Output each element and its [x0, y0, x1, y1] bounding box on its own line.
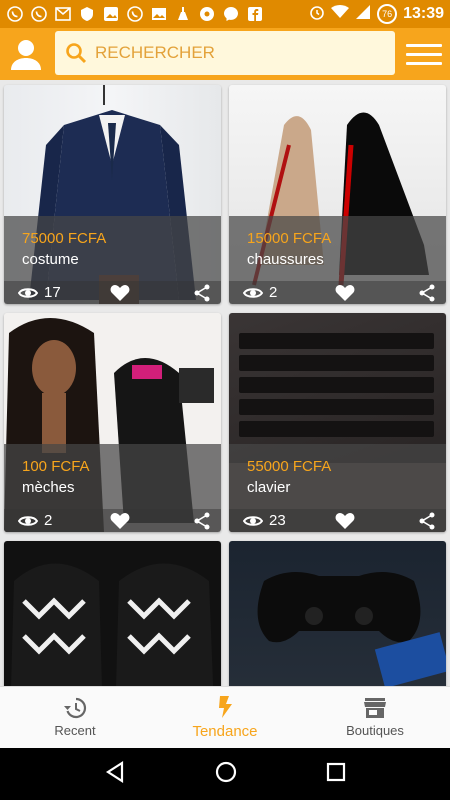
like-button[interactable]	[335, 512, 355, 530]
share-button[interactable]	[193, 512, 211, 530]
product-card[interactable]	[229, 541, 446, 686]
recents-button[interactable]	[326, 762, 346, 787]
cleaner-icon	[174, 5, 192, 23]
heart-icon	[335, 284, 355, 301]
shield-app-icon	[78, 5, 96, 23]
back-button[interactable]	[104, 760, 126, 788]
share-icon	[194, 512, 210, 529]
product-info: 100 FCFA mèches	[4, 444, 221, 509]
menu-line	[406, 61, 442, 65]
account-icon	[11, 40, 41, 70]
product-price: 55000 FCFA	[247, 458, 332, 475]
share-icon	[419, 284, 435, 301]
nav-recent[interactable]: Recent	[0, 687, 150, 748]
nav-label: Recent	[54, 723, 96, 738]
whatsapp-icon	[126, 5, 144, 23]
product-info: 75000 FCFA costume	[4, 216, 221, 281]
search-bar[interactable]	[55, 31, 395, 75]
product-grid[interactable]: 75000 FCFA costume 17 15000 FCFA chaussu…	[0, 80, 450, 686]
product-price: 75000 FCFA	[22, 230, 107, 247]
eye-icon	[243, 515, 263, 526]
gmail-icon	[54, 5, 72, 23]
view-count: 2	[243, 284, 323, 301]
product-card[interactable]: 55000 FCFA clavier 23	[229, 313, 446, 532]
whatsapp-icon	[30, 5, 48, 23]
alarm-icon	[309, 4, 325, 24]
heart-icon	[110, 284, 130, 301]
product-name: chaussures	[247, 251, 324, 268]
home-icon	[215, 761, 237, 782]
signal-icon	[355, 4, 371, 24]
gallery-icon	[150, 5, 168, 23]
home-button[interactable]	[214, 760, 238, 789]
flash-icon	[219, 696, 232, 718]
system-status: 76 13:39	[309, 4, 444, 24]
product-price: 100 FCFA	[22, 458, 90, 475]
product-actions: 17	[4, 281, 221, 304]
view-count: 23	[243, 512, 323, 529]
system-navigation-bar	[0, 748, 450, 800]
share-icon	[419, 512, 435, 529]
bottom-navigation: Recent Tendance Boutiques	[0, 686, 450, 748]
history-icon	[64, 697, 87, 719]
like-button[interactable]	[335, 284, 355, 302]
share-button[interactable]	[418, 512, 436, 530]
back-icon	[105, 760, 124, 783]
share-icon	[194, 284, 210, 301]
product-actions: 2	[229, 281, 446, 304]
share-button[interactable]	[418, 284, 436, 302]
view-count: 17	[18, 284, 98, 301]
eye-icon	[243, 287, 263, 298]
profile-button[interactable]	[0, 28, 52, 80]
share-button[interactable]	[193, 284, 211, 302]
soccer-icon	[198, 5, 216, 23]
nav-tendance[interactable]: Tendance	[150, 687, 300, 748]
recents-icon	[326, 762, 346, 781]
product-card[interactable]: 75000 FCFA costume 17	[4, 85, 221, 304]
app-bar	[0, 28, 450, 80]
notification-icons	[6, 5, 264, 23]
battery-icon: 76	[377, 4, 398, 24]
whatsapp-icon	[6, 5, 24, 23]
messenger-icon	[222, 5, 240, 23]
view-count: 2	[18, 512, 98, 529]
wifi-icon	[331, 5, 350, 23]
search-input[interactable]	[95, 43, 375, 63]
product-info: 15000 FCFA chaussures	[229, 216, 446, 281]
heart-icon	[110, 512, 130, 529]
image-app-icon	[102, 5, 120, 23]
menu-line	[406, 52, 442, 56]
product-actions: 23	[229, 509, 446, 532]
product-image-controller	[229, 541, 446, 686]
like-button[interactable]	[110, 512, 130, 530]
product-name: mèches	[22, 479, 75, 496]
menu-line	[406, 43, 442, 47]
search-icon	[66, 43, 87, 64]
nav-boutiques[interactable]: Boutiques	[300, 687, 450, 748]
eye-icon	[18, 287, 38, 298]
product-name: costume	[22, 251, 79, 268]
product-actions: 2	[4, 509, 221, 532]
product-info: 55000 FCFA clavier	[229, 444, 446, 509]
clock: 13:39	[403, 5, 444, 22]
product-price: 15000 FCFA	[247, 230, 332, 247]
eye-icon	[18, 515, 38, 526]
product-image-patterned-shoes	[4, 541, 221, 686]
product-name: clavier	[247, 479, 291, 496]
product-card[interactable]: 15000 FCFA chaussures 2	[229, 85, 446, 304]
hamburger-menu-button[interactable]	[406, 36, 442, 72]
store-icon	[364, 698, 386, 718]
nav-label: Tendance	[192, 723, 258, 740]
nav-label: Boutiques	[346, 723, 404, 738]
like-button[interactable]	[110, 284, 130, 302]
heart-icon	[335, 512, 355, 529]
product-card[interactable]: 100 FCFA mèches 2	[4, 313, 221, 532]
facebook-icon	[246, 5, 264, 23]
status-bar: 76 13:39	[0, 0, 450, 28]
product-card[interactable]	[4, 541, 221, 686]
